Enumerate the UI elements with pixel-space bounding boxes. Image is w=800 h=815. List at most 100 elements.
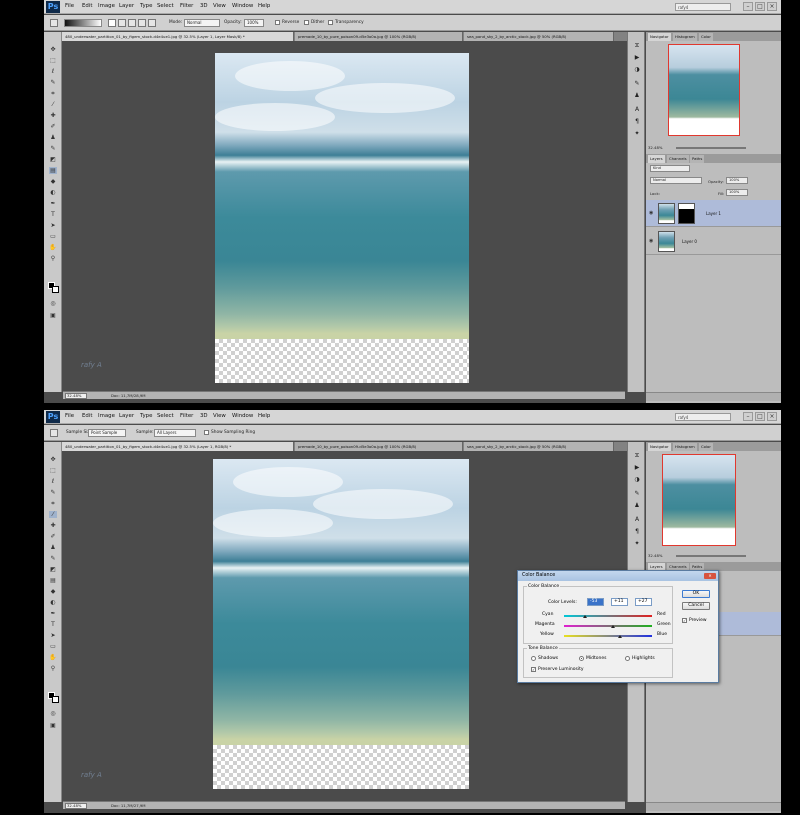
- tab-layers[interactable]: Layers: [648, 155, 665, 163]
- menu-image[interactable]: Image: [98, 3, 115, 9]
- gradient-picker[interactable]: [64, 19, 102, 27]
- sample-size-select[interactable]: Point Sample: [88, 429, 126, 437]
- transparency-checkbox[interactable]: [328, 20, 333, 25]
- doc-tab-underwater[interactable]: 480_underwater_partition_01_by_figem_sto…: [62, 32, 294, 41]
- quick-select-tool-icon[interactable]: ✎: [49, 489, 57, 496]
- menu-view[interactable]: View: [213, 3, 226, 9]
- quick-select-tool-icon[interactable]: ✎: [49, 79, 57, 86]
- menu-edit[interactable]: Edit: [82, 3, 92, 9]
- menu-3d[interactable]: 3D: [200, 3, 208, 9]
- minimize-icon[interactable]: –: [743, 412, 753, 421]
- navigator-zoom-slider[interactable]: [676, 555, 746, 557]
- history-panel-icon[interactable]: ⧖: [633, 452, 641, 460]
- workspace-switcher[interactable]: rafy4: [675, 413, 731, 421]
- crop-tool-icon[interactable]: ⌗: [49, 90, 57, 97]
- yellow-blue-slider-knob[interactable]: [617, 635, 622, 638]
- menu-layer[interactable]: Layer: [119, 3, 134, 9]
- workspace-switcher[interactable]: rafy4: [675, 3, 731, 11]
- menu-window[interactable]: Window: [232, 3, 253, 9]
- tool-presets-icon[interactable]: ✦: [633, 540, 641, 548]
- close-icon[interactable]: ✕: [704, 573, 716, 579]
- character-panel-icon[interactable]: A: [633, 106, 641, 114]
- lasso-tool-icon[interactable]: ℓ: [49, 68, 57, 75]
- stamp-tool-icon[interactable]: ♟: [49, 134, 57, 141]
- hand-tool-icon[interactable]: ✋: [49, 244, 57, 251]
- marquee-tool-icon[interactable]: ⬚: [49, 57, 57, 64]
- marquee-tool-icon[interactable]: ⬚: [49, 467, 57, 474]
- fill-field[interactable]: 100%: [726, 189, 748, 196]
- gradient-tool-icon[interactable]: ▤: [49, 577, 57, 584]
- doc-tab-premade[interactable]: premade_10_by_pure_poison09-d5e3o0a.jpg …: [295, 32, 463, 41]
- eyedropper-tool-icon[interactable]: ⁄: [49, 101, 57, 108]
- adjustments-panel-icon[interactable]: ◑: [633, 476, 641, 484]
- linear-gradient-icon[interactable]: [108, 19, 116, 27]
- menu-filter[interactable]: Filter: [180, 413, 193, 419]
- menu-file[interactable]: File: [65, 3, 74, 9]
- quick-mask-icon[interactable]: ◎: [49, 300, 57, 307]
- blur-tool-icon[interactable]: ◆: [49, 588, 57, 595]
- layer-opacity-field[interactable]: 100%: [726, 177, 748, 184]
- tab-navigator[interactable]: Navigator: [648, 33, 671, 41]
- blur-tool-icon[interactable]: ◆: [49, 178, 57, 185]
- eraser-tool-icon[interactable]: ◩: [49, 156, 57, 163]
- doc-tab-sea-pond[interactable]: sea_pond_sky_2_by_arctic_stock.jpg @ 50%…: [464, 442, 614, 451]
- pen-tool-icon[interactable]: ✒: [49, 610, 57, 617]
- lasso-tool-icon[interactable]: ℓ: [49, 478, 57, 485]
- close-icon[interactable]: ×: [767, 412, 777, 421]
- dither-checkbox[interactable]: [304, 20, 309, 25]
- angle-gradient-icon[interactable]: [128, 19, 136, 27]
- history-panel-icon[interactable]: ⧖: [633, 42, 641, 50]
- canvas-area[interactable]: rafy A: [63, 41, 625, 388]
- sample-select[interactable]: All Layers: [154, 429, 196, 437]
- menu-image[interactable]: Image: [98, 413, 115, 419]
- menu-3d[interactable]: 3D: [200, 413, 208, 419]
- menu-layer[interactable]: Layer: [119, 413, 134, 419]
- doc-tab-premade[interactable]: premade_10_by_pure_poison09-d5e3o0a.jpg …: [295, 442, 463, 451]
- tab-navigator[interactable]: Navigator: [648, 443, 671, 451]
- layer-name[interactable]: Layer 0: [682, 239, 697, 244]
- dodge-tool-icon[interactable]: ◐: [49, 599, 57, 606]
- midtones-radio[interactable]: [579, 656, 584, 661]
- menu-file[interactable]: File: [65, 413, 74, 419]
- screen-mode-icon[interactable]: ▣: [49, 312, 57, 319]
- yellow-blue-slider-track[interactable]: [564, 635, 652, 637]
- actions-panel-icon[interactable]: ▶: [633, 464, 641, 472]
- zoom-field[interactable]: 32.48%: [65, 803, 87, 809]
- background-color-swatch[interactable]: [52, 286, 59, 293]
- minimize-icon[interactable]: –: [743, 2, 753, 11]
- brush-panel-icon[interactable]: ✎: [633, 80, 641, 88]
- maximize-icon[interactable]: □: [755, 412, 765, 421]
- tool-presets-icon[interactable]: ✦: [633, 130, 641, 138]
- cancel-button[interactable]: Cancel: [682, 602, 710, 610]
- tab-paths[interactable]: Paths: [690, 155, 705, 163]
- shadows-radio[interactable]: [531, 656, 536, 661]
- gradient-tool-icon[interactable]: [50, 19, 58, 27]
- zoom-tool-icon[interactable]: ⚲: [49, 255, 57, 262]
- layer-name[interactable]: Layer 1: [706, 211, 721, 216]
- opacity-field[interactable]: 100%: [244, 19, 264, 27]
- layer-filter-kind[interactable]: Kind: [650, 165, 690, 172]
- yellow-blue-level-field[interactable]: +27: [635, 598, 652, 606]
- navigator-preview[interactable]: [662, 454, 736, 546]
- menu-type[interactable]: Type: [140, 3, 152, 9]
- blend-mode-select[interactable]: Normal: [650, 177, 702, 184]
- crop-tool-icon[interactable]: ⌗: [49, 500, 57, 507]
- tab-channels[interactable]: Channels: [667, 155, 689, 163]
- show-sampling-ring-checkbox[interactable]: [204, 430, 209, 435]
- eyedropper-tool-icon[interactable]: ⁄: [49, 511, 57, 518]
- zoom-tool-icon[interactable]: ⚲: [49, 665, 57, 672]
- healing-tool-icon[interactable]: ✚: [49, 522, 57, 529]
- hand-tool-icon[interactable]: ✋: [49, 654, 57, 661]
- tab-histogram[interactable]: Histogram: [673, 33, 697, 41]
- dodge-tool-icon[interactable]: ◐: [49, 189, 57, 196]
- doc-tab-sea-pond[interactable]: sea_pond_sky_2_by_arctic_stock.jpg @ 50%…: [464, 32, 614, 41]
- menu-filter[interactable]: Filter: [180, 3, 193, 9]
- ok-button[interactable]: OK: [682, 590, 710, 598]
- diamond-gradient-icon[interactable]: [148, 19, 156, 27]
- zoom-field[interactable]: 32.48%: [65, 393, 87, 399]
- paragraph-panel-icon[interactable]: ¶: [633, 528, 641, 536]
- healing-tool-icon[interactable]: ✚: [49, 112, 57, 119]
- navigator-zoom[interactable]: 32.48%: [648, 553, 662, 558]
- highlights-radio[interactable]: [625, 656, 630, 661]
- navigator-zoom-slider[interactable]: [676, 147, 746, 149]
